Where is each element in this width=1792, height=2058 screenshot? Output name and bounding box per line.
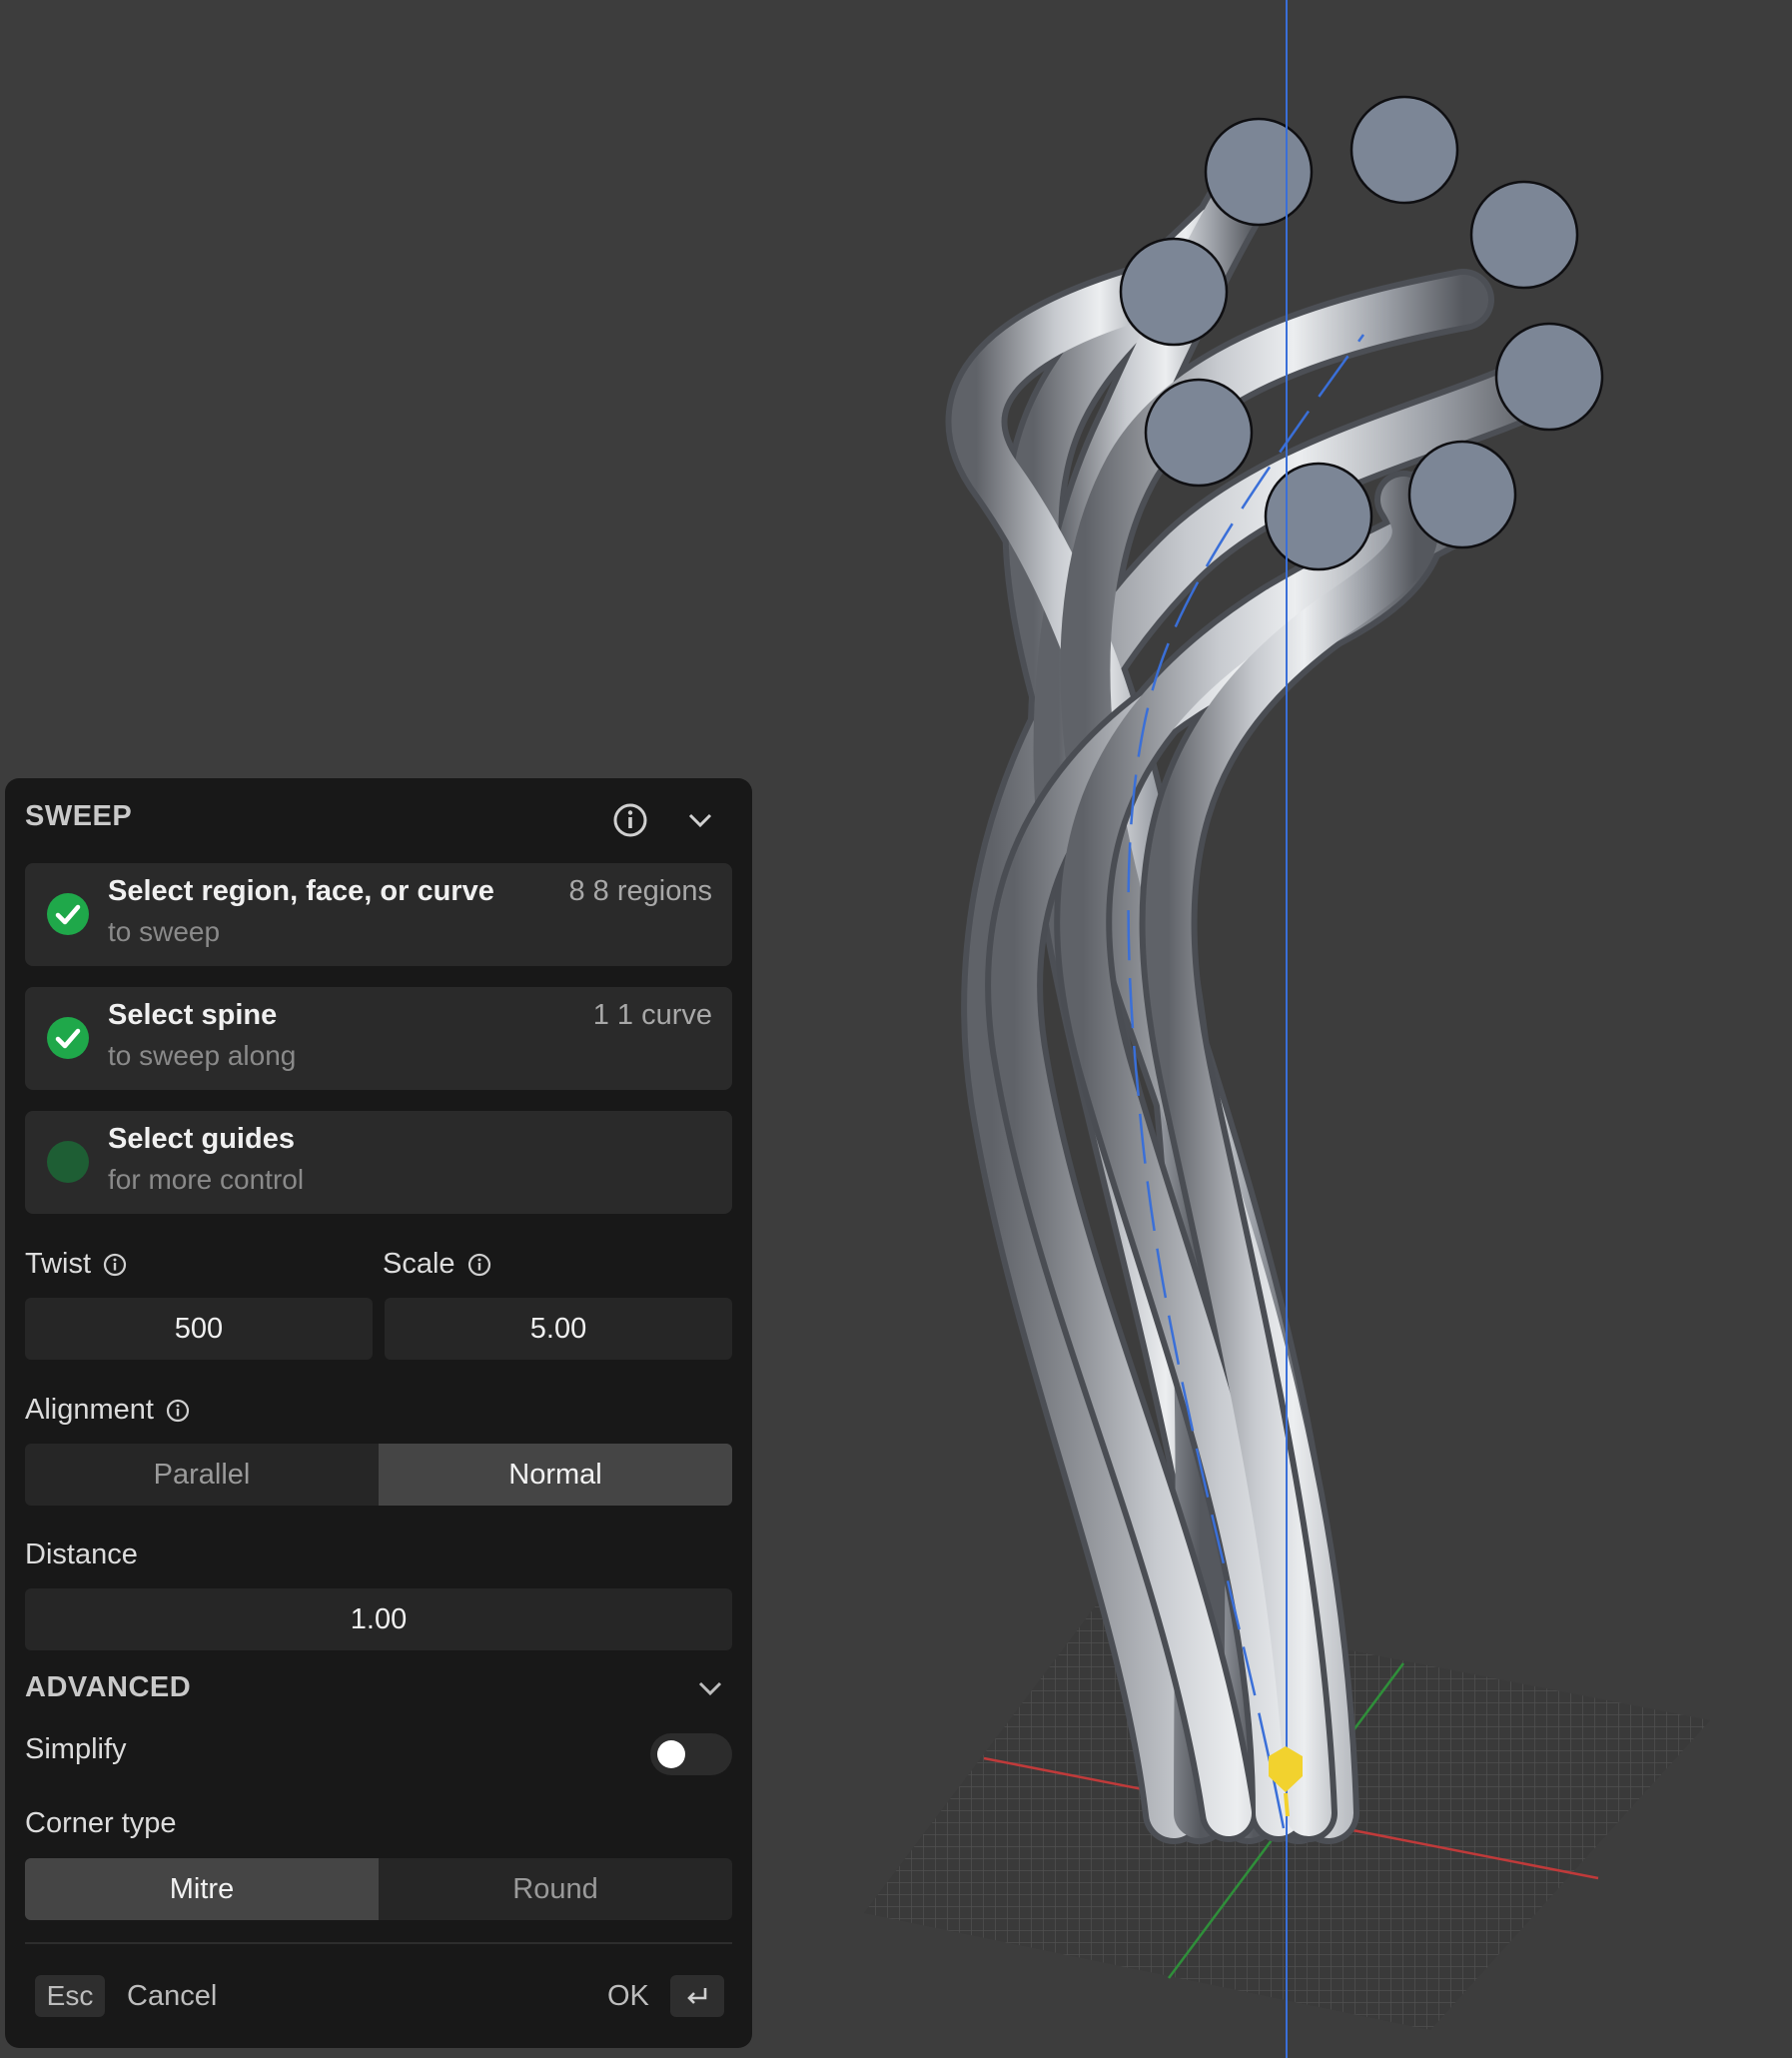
simplify-toggle[interactable] xyxy=(650,1733,732,1775)
step-subtitle: to sweep xyxy=(108,916,221,947)
check-icon xyxy=(47,893,89,935)
enter-key-icon xyxy=(670,1975,724,2017)
profile-region xyxy=(1204,117,1314,227)
panel-title: SWEEP xyxy=(25,800,133,832)
select-spine-step[interactable]: Select spine to sweep along 1 1 curve xyxy=(25,987,732,1090)
pending-status-icon xyxy=(47,1141,89,1183)
footer-divider xyxy=(25,1942,732,1944)
info-button[interactable] xyxy=(608,798,652,842)
profile-region xyxy=(1469,180,1579,290)
swept-tubes[interactable] xyxy=(945,144,1579,1844)
alignment-normal-option[interactable]: Normal xyxy=(379,1444,732,1506)
simplify-label: Simplify xyxy=(25,1733,127,1765)
advanced-section-title: ADVANCED xyxy=(25,1671,192,1703)
step-subtitle: for more control xyxy=(108,1164,305,1195)
step-title: Select spine xyxy=(108,999,278,1031)
scale-input[interactable]: 5.00 xyxy=(385,1298,732,1360)
step-count: 8 8 regions xyxy=(568,875,713,907)
step-title: Select region, face, or curve xyxy=(108,875,494,907)
profile-region xyxy=(1407,440,1517,549)
scale-label: Scale xyxy=(383,1248,455,1280)
twist-input[interactable]: 500 xyxy=(25,1298,373,1360)
profile-region xyxy=(1144,378,1254,488)
distance-input[interactable]: 1.00 xyxy=(25,1588,732,1650)
alignment-parallel-option[interactable]: Parallel xyxy=(25,1444,379,1506)
select-guides-step[interactable]: Select guides for more control xyxy=(25,1111,732,1214)
chevron-down-icon xyxy=(698,1681,722,1696)
step-title: Select guides xyxy=(108,1123,295,1155)
alignment-label: Alignment xyxy=(25,1394,154,1426)
info-icon[interactable] xyxy=(103,1253,127,1277)
info-icon[interactable] xyxy=(467,1253,491,1277)
distance-label: Distance xyxy=(25,1539,138,1570)
profile-region xyxy=(1264,462,1373,571)
profile-region xyxy=(1349,95,1459,205)
toggle-knob xyxy=(657,1740,685,1768)
sweep-panel: SWEEP Select region, face, or curve to s… xyxy=(5,778,752,2048)
info-icon[interactable] xyxy=(166,1399,190,1423)
step-subtitle: to sweep along xyxy=(108,1040,297,1071)
select-region-step[interactable]: Select region, face, or curve to sweep 8… xyxy=(25,863,732,966)
profile-region xyxy=(1119,237,1229,347)
esc-key-badge: Esc xyxy=(35,1975,105,2017)
corner-mitre-option[interactable]: Mitre xyxy=(25,1858,379,1920)
corner-type-label: Corner type xyxy=(25,1807,177,1839)
advanced-toggle-button[interactable] xyxy=(690,1670,730,1706)
step-count: 1 1 curve xyxy=(592,999,712,1031)
twist-label: Twist xyxy=(25,1248,92,1280)
twist-label-row: Twist xyxy=(25,1248,127,1281)
collapse-panel-button[interactable] xyxy=(678,798,722,842)
alignment-label-row: Alignment xyxy=(25,1394,190,1427)
chevron-down-icon xyxy=(688,813,712,828)
info-icon xyxy=(613,803,647,837)
cancel-button[interactable]: Cancel xyxy=(127,1980,217,2013)
ok-button[interactable]: OK xyxy=(607,1980,649,2013)
alignment-segmented-control: Parallel Normal xyxy=(25,1444,732,1506)
check-icon xyxy=(47,1017,89,1059)
scale-label-row: Scale xyxy=(383,1248,491,1281)
corner-round-option[interactable]: Round xyxy=(379,1858,732,1920)
corner-type-segmented-control: Mitre Round xyxy=(25,1858,732,1920)
profile-region xyxy=(1494,322,1604,432)
